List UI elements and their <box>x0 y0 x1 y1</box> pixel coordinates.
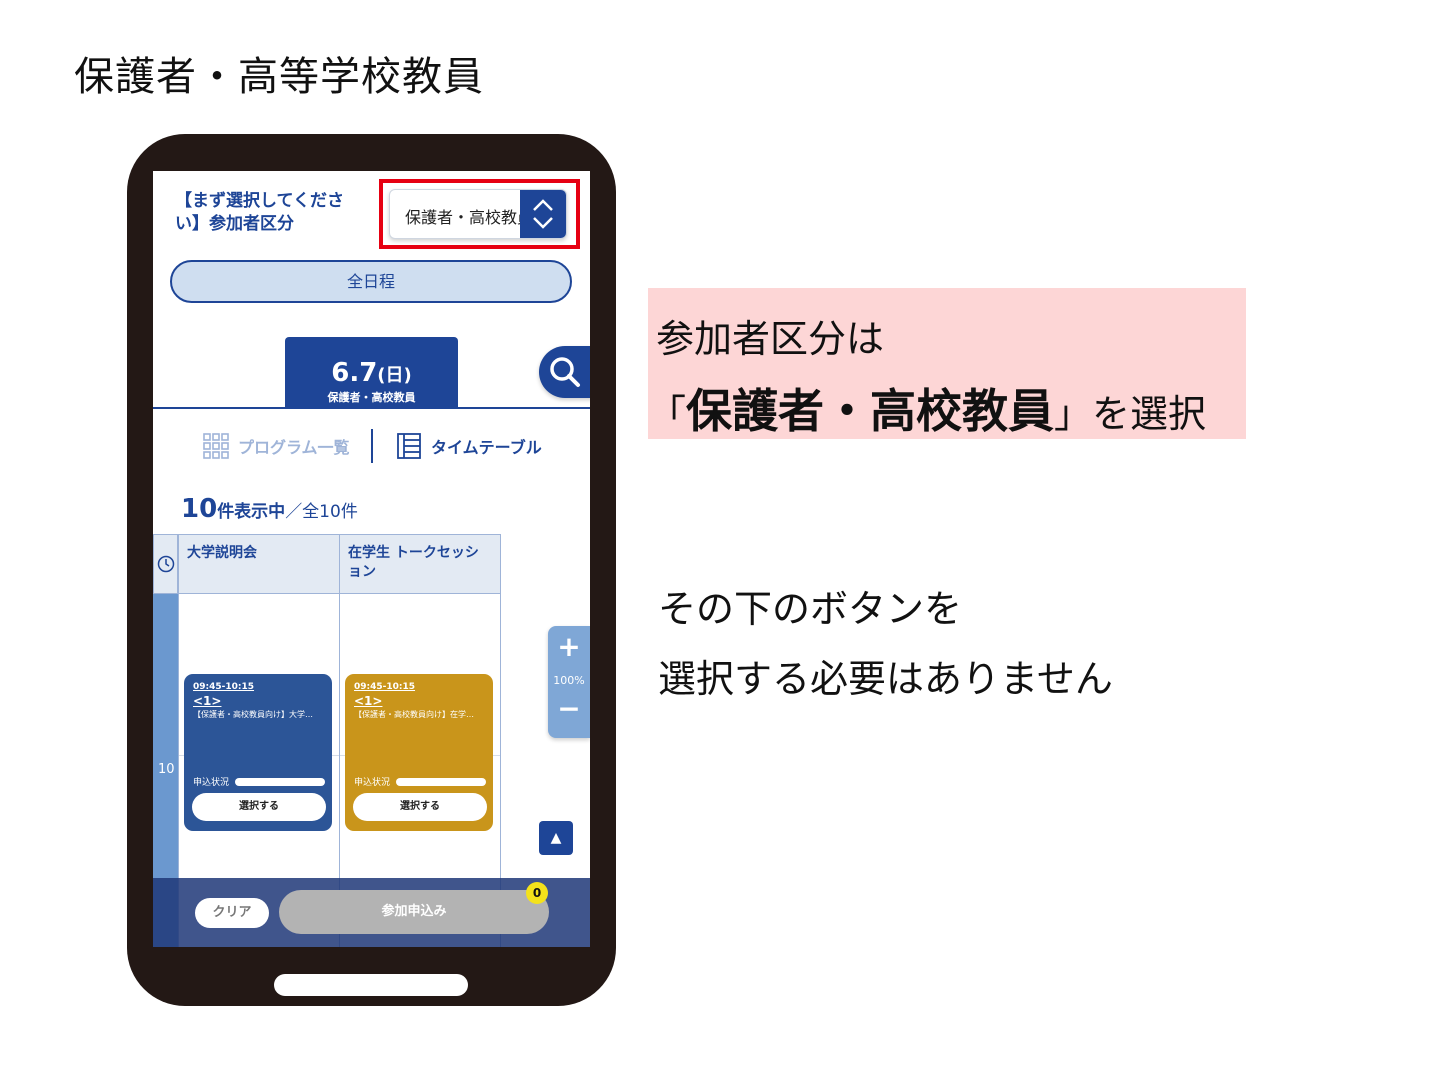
slide-title: 保護者・高等学校教員 <box>74 54 484 100</box>
phone-screen: 【まず選択してください】参加者区分 保護者・高校教員 全日程 6.7(日) 保護… <box>153 171 590 947</box>
event-time: 09:45-10:15 <box>193 682 255 692</box>
tab-timetable[interactable]: タイムテーブル <box>397 433 542 459</box>
callout-bold-text: 保護者・高校教員 <box>686 384 1055 438</box>
tab-program-list-label: プログラム一覧 <box>238 438 350 457</box>
time-label-10: 10 <box>158 762 175 777</box>
callout-line1: 参加者区分は <box>656 317 885 361</box>
tab-timetable-label: タイムテーブル <box>431 438 542 457</box>
tab-underline <box>153 407 590 409</box>
highlight-box <box>379 179 580 249</box>
callout-line2: 「保護者・高校教員」を選択 <box>648 375 1206 441</box>
zoom-control: + 100% − <box>548 626 590 738</box>
scroll-top-button[interactable]: ▲ <box>539 821 573 855</box>
event-status-label: 申込状況 <box>193 778 230 788</box>
event-status-label: 申込状況 <box>354 778 391 788</box>
zoom-out-button[interactable]: − <box>548 694 590 724</box>
timetable-icon <box>397 433 421 459</box>
event-status-row: 申込状況 <box>354 775 486 788</box>
event-card-talk-session[interactable]: 09:45-10:15 <1> 【保護者・高校教員向け】在学… 申込状況 選択す… <box>345 674 493 831</box>
apply-button[interactable]: 参加申込み <box>279 890 549 934</box>
cart-count-badge: 0 <box>526 882 548 904</box>
date-value: 6.7 <box>331 358 378 388</box>
zoom-level: 100% <box>553 674 585 687</box>
date-audience: 保護者・高校教員 <box>327 391 416 404</box>
event-select-button[interactable]: 選択する <box>353 793 487 821</box>
event-status-row: 申込状況 <box>193 775 325 788</box>
column-header-talk-session: 在学生 トークセッション <box>339 534 501 594</box>
event-card-university[interactable]: 09:45-10:15 <1> 【保護者・高校教員向け】大学… 申込状況 選択す… <box>184 674 332 831</box>
date-tab[interactable]: 6.7(日) 保護者・高校教員 <box>285 337 458 409</box>
event-status-bar <box>396 777 486 786</box>
all-days-button[interactable]: 全日程 <box>170 260 572 303</box>
clock-icon <box>157 555 175 573</box>
search-button[interactable] <box>539 346 590 398</box>
callout-close-text: 」を選択 <box>1054 392 1207 436</box>
note-line1: その下のボタンを <box>658 587 963 631</box>
view-divider <box>371 429 373 463</box>
tab-program-list[interactable]: プログラム一覧 <box>203 433 350 459</box>
note-line2: 選択する必要はありません <box>658 657 1113 701</box>
event-number: <1> <box>354 694 383 708</box>
event-select-button[interactable]: 選択する <box>192 793 326 821</box>
callout-box: 参加者区分は 「保護者・高校教員」を選択 <box>648 288 1246 439</box>
column-header-university: 大学説明会 <box>178 534 340 594</box>
count-total: ／全10件 <box>285 502 358 522</box>
event-title: 【保護者・高校教員向け】大学… <box>193 710 313 719</box>
grid-icon <box>203 433 229 459</box>
count-shown-label: 件表示中 <box>217 502 286 522</box>
callout-open-bracket: 「 <box>648 392 687 436</box>
phone-frame: 【まず選択してください】参加者区分 保護者・高校教員 全日程 6.7(日) 保護… <box>127 134 616 1006</box>
home-indicator <box>274 974 468 996</box>
bottom-action-bar: クリア 参加申込み 0 <box>153 878 590 947</box>
category-label: 【まず選択してください】参加者区分 <box>175 191 344 234</box>
event-status-bar <box>235 777 325 786</box>
search-icon <box>550 357 580 387</box>
date-weekday: (日) <box>377 365 412 386</box>
date-label: 6.7(日) <box>285 359 458 390</box>
time-column-header <box>153 534 178 594</box>
event-time: 09:45-10:15 <box>354 682 416 692</box>
event-title: 【保護者・高校教員向け】在学… <box>354 710 474 719</box>
event-number: <1> <box>193 694 222 708</box>
result-count: 10件表示中／全10件 <box>181 494 358 524</box>
count-shown: 10 <box>181 494 218 524</box>
zoom-in-button[interactable]: + <box>548 632 590 662</box>
clear-button[interactable]: クリア <box>195 898 269 928</box>
